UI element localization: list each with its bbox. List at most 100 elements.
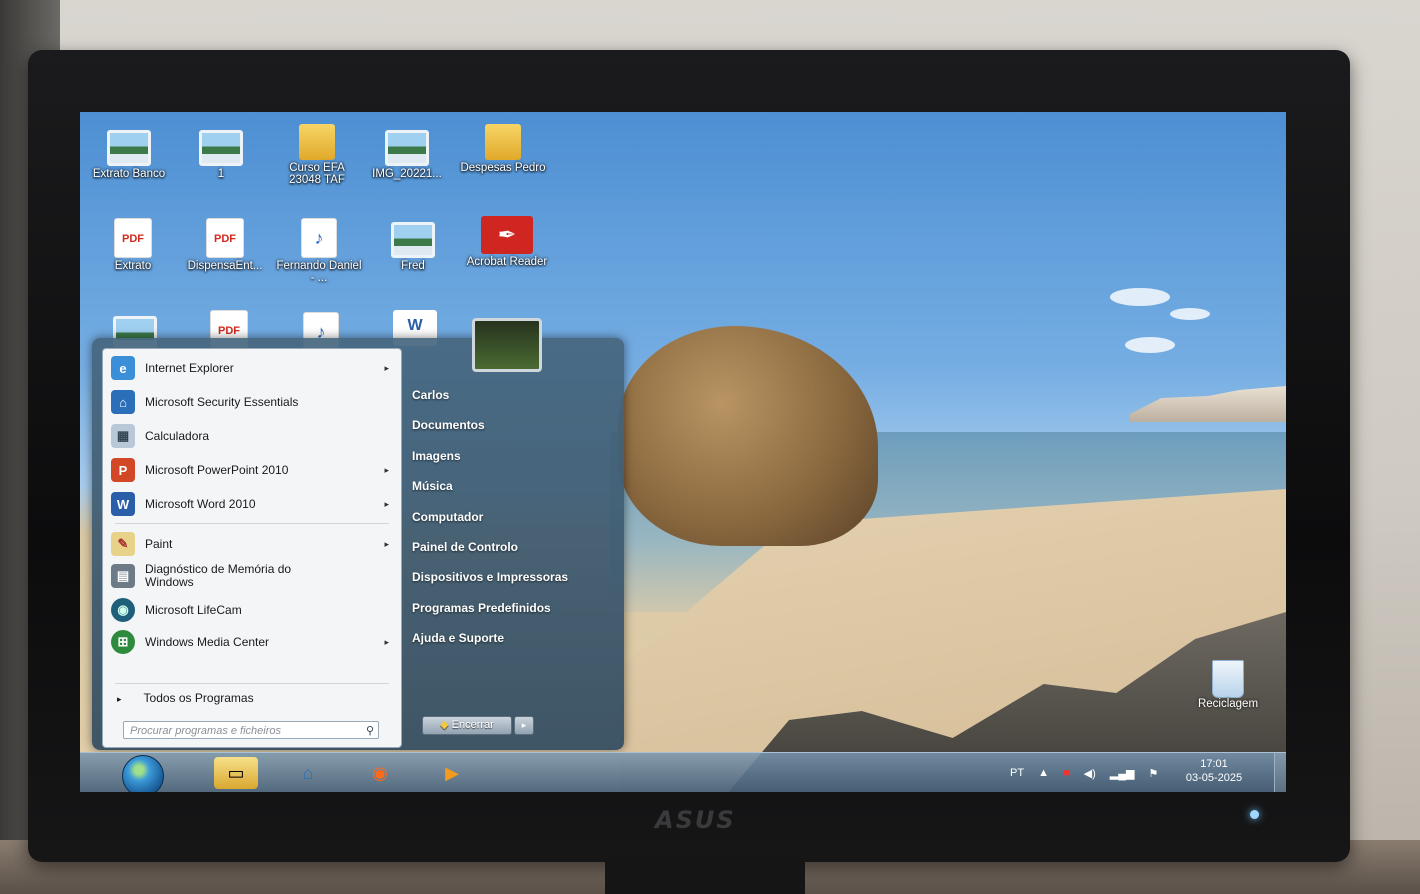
desktop-icon-dispensa[interactable]: PDF DispensaEnt... — [180, 218, 270, 272]
desktop-icon-label: Extrato — [114, 260, 152, 272]
security-tray-icon[interactable]: ■ — [1063, 767, 1070, 779]
pdf-icon: PDF — [114, 218, 152, 258]
mp3-icon: ♪ — [301, 218, 337, 258]
firefox-icon: ◉ — [372, 762, 388, 783]
program-label: Microsoft Security Essentials — [145, 395, 299, 409]
desktop-icon-label: Despesas Pedro — [460, 162, 546, 174]
program-word[interactable]: W Microsoft Word 2010 ▸ — [111, 489, 393, 519]
taskbar-firefox[interactable]: ◉ — [358, 757, 402, 789]
clock-date: 03-05-2025 — [1185, 772, 1243, 784]
program-memory-diagnostic[interactable]: ▤ Diagnóstico de Memória do Windows — [111, 561, 393, 591]
shield-icon: ◆ — [440, 719, 452, 731]
places-imagens[interactable]: Imagens — [412, 441, 612, 471]
places-computador[interactable]: Computador — [412, 502, 612, 532]
image-file-icon — [391, 222, 435, 258]
image-file-icon — [107, 130, 151, 166]
program-media-center[interactable]: ⊞ Windows Media Center ▸ — [111, 627, 393, 657]
desktop-icon-fred[interactable]: Fred — [368, 222, 458, 272]
start-button[interactable] — [122, 755, 164, 792]
desktop-icon-label: Fernando Daniel - ... — [276, 260, 362, 284]
media-center-icon: ⊞ — [111, 630, 135, 654]
network-icon[interactable]: ▂▄▆ — [1110, 767, 1135, 780]
show-hidden-icons-icon[interactable]: ▲ — [1038, 767, 1049, 779]
internet-explorer-icon: e — [111, 356, 135, 380]
desktop-icon-extrato-banco[interactable]: Extrato Banco — [84, 130, 174, 180]
cloud — [1125, 337, 1175, 353]
program-powerpoint[interactable]: P Microsoft PowerPoint 2010 ▸ — [111, 455, 393, 485]
acrobat-shortcut-icon: ✒ — [481, 216, 533, 254]
desktop-icon-img[interactable]: IMG_20221... — [362, 130, 452, 180]
action-center-flag-icon[interactable]: ⚑ — [1148, 767, 1158, 780]
folder-icon — [485, 124, 521, 160]
all-programs-label: Todos os Programas — [143, 691, 254, 705]
start-search-input[interactable]: Procurar programas e ficheiros ⚲ — [123, 721, 379, 739]
taskbar-explorer[interactable]: ▭ — [214, 757, 258, 789]
menu-separator — [115, 523, 389, 524]
language-indicator[interactable]: PT — [1010, 767, 1024, 779]
all-programs-button[interactable]: ▸ Todos os Programas — [117, 691, 254, 705]
show-desktop-button[interactable] — [1274, 753, 1286, 792]
desktop-icon-label: IMG_20221... — [372, 168, 442, 180]
start-menu-programs-pane: e Internet Explorer ▸ ⌂ Microsoft Securi… — [102, 348, 402, 748]
media-player-icon: ▶ — [445, 762, 459, 783]
desktop-icon-label: 1 — [217, 168, 225, 180]
monitor-brand: ASUS — [655, 806, 736, 834]
program-lifecam[interactable]: ◉ Microsoft LifeCam — [111, 595, 393, 625]
memory-diagnostic-icon: ▤ — [111, 564, 135, 588]
desktop-icon-label: Extrato Banco — [92, 168, 166, 180]
powerpoint-icon: P — [111, 458, 135, 482]
word-icon: W — [111, 492, 135, 516]
places-user[interactable]: Carlos — [412, 380, 612, 410]
user-avatar[interactable] — [472, 318, 542, 372]
places-musica[interactable]: Música — [412, 471, 612, 501]
cloud — [1110, 288, 1170, 306]
shutdown-button[interactable]: ◆ Encerrar — [422, 716, 512, 735]
program-calculadora[interactable]: ▦ Calculadora — [111, 421, 393, 451]
taskbar-security-essentials[interactable]: ⌂ — [286, 757, 330, 789]
calculator-icon: ▦ — [111, 424, 135, 448]
program-label: Windows Media Center — [145, 635, 270, 649]
screen: Extrato Banco 1 Curso EFA 23048 TAF IMG_… — [80, 112, 1286, 792]
desktop-icon-acrobat-reader[interactable]: ✒ Acrobat Reader — [462, 216, 552, 268]
paint-icon: ✎ — [111, 532, 135, 556]
places-dispositivos[interactable]: Dispositivos e Impressoras — [412, 562, 612, 592]
program-security-essentials[interactable]: ⌂ Microsoft Security Essentials — [111, 387, 393, 417]
search-icon: ⚲ — [365, 725, 374, 737]
desktop-icon-despesas-pedro[interactable]: Despesas Pedro — [458, 124, 548, 174]
folder-shortcut-icon — [299, 124, 335, 160]
submenu-arrow-icon: ▸ — [384, 464, 389, 475]
desktop-icon-label: DispensaEnt... — [187, 260, 263, 272]
security-essentials-icon: ⌂ — [302, 762, 314, 783]
desktop-icon-extrato[interactable]: PDF Extrato — [88, 218, 178, 272]
start-menu-places-pane: Carlos Documentos Imagens Música Computa… — [412, 380, 612, 654]
wallpaper-town — [1130, 386, 1286, 422]
lifecam-icon: ◉ — [111, 598, 135, 622]
places-painel-de-controlo[interactable]: Painel de Controlo — [412, 532, 612, 562]
places-programas-predefinidos[interactable]: Programas Predefinidos — [412, 593, 612, 623]
clock[interactable]: 17:01 03-05-2025 — [1184, 757, 1244, 785]
program-label: Internet Explorer — [145, 361, 234, 375]
taskbar-media-player[interactable]: ▶ — [430, 757, 474, 789]
system-tray: PT ▲ ■ ◀) ▂▄▆ ⚑ — [1010, 753, 1158, 792]
clock-time: 17:01 — [1200, 758, 1228, 770]
cloud — [1170, 308, 1210, 320]
power-led-icon — [1250, 810, 1259, 819]
volume-icon[interactable]: ◀) — [1084, 767, 1096, 780]
places-ajuda[interactable]: Ajuda e Suporte — [412, 623, 612, 653]
desktop-icon-fernando-daniel[interactable]: ♪ Fernando Daniel - ... — [274, 218, 364, 284]
places-documentos[interactable]: Documentos — [412, 410, 612, 440]
desktop-icon-curso-efa[interactable]: Curso EFA 23048 TAF — [272, 124, 362, 186]
recycle-bin-label: Reciclagem — [1197, 698, 1259, 710]
windows-explorer-icon: ▭ — [227, 762, 245, 783]
desktop-icon-label: Acrobat Reader — [466, 256, 548, 268]
search-placeholder: Procurar programas e ficheiros — [130, 725, 282, 737]
shutdown-options-button[interactable]: ▸ — [514, 716, 534, 735]
desktop-icon-1[interactable]: 1 — [176, 130, 266, 180]
recycle-bin[interactable]: Reciclagem — [1186, 660, 1270, 710]
shutdown-label: Encerrar — [451, 719, 494, 731]
program-paint[interactable]: ✎ Paint ▸ — [111, 529, 393, 559]
program-internet-explorer[interactable]: e Internet Explorer ▸ — [111, 353, 393, 383]
submenu-arrow-icon: ▸ — [384, 636, 389, 647]
security-essentials-icon: ⌂ — [111, 390, 135, 414]
taskbar: ▭ ⌂ ◉ ▶ PT ▲ ■ ◀) ▂▄▆ ⚑ 17:01 03-05-2025 — [80, 752, 1286, 792]
